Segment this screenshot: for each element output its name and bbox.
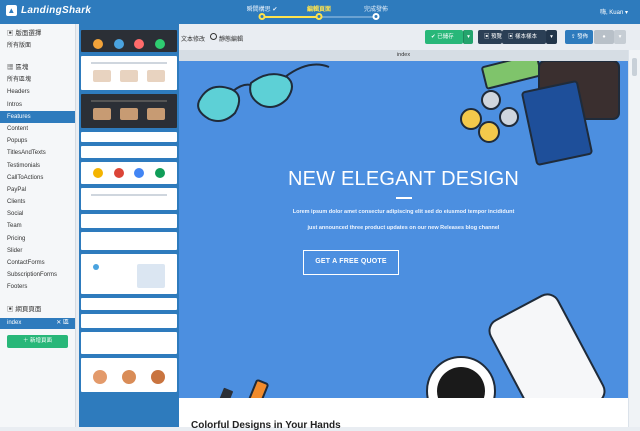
title-divider [396,197,412,199]
step-3-dot[interactable] [372,13,380,20]
sidebar-item-popups[interactable]: Popups [0,135,75,147]
money-icon [481,61,543,90]
step-2-label[interactable]: 編輯頁面 [307,4,331,13]
user-menu[interactable]: 嗨, Kuan ▾ [600,7,628,16]
block-thumbnail[interactable] [81,146,177,158]
hero-subtitle-2[interactable]: just announced three product updates on … [179,225,628,231]
stepper-progress [262,16,319,18]
block-thumbnail[interactable] [81,94,177,128]
usb-icon [219,387,233,398]
caret-down-icon: ▾ [467,34,470,40]
sidebar-item-content[interactable]: Content [0,123,75,135]
hero-subtitle-1[interactable]: Lorem ipsum dolor amet consectur adipisc… [179,209,628,215]
section-pages-title: ▣ 網頁頁面 [7,305,42,313]
canvas-scrollbar[interactable] [628,50,640,427]
caret-down-icon: ▾ [550,34,553,40]
features-block[interactable]: Colorful Designs in Your Hands [179,398,628,431]
shark-icon: ▲ [6,5,17,16]
step-1-label[interactable]: 瞬間構思 ✔ [247,4,278,13]
sidebar-item-features[interactable]: Features [0,110,75,123]
template-options-button[interactable]: ▾ [546,30,557,44]
static-edit-label[interactable]: 靜態編輯 [219,34,243,43]
free-quote-button[interactable]: GET A FREE QUOTE [303,250,399,275]
step-1-dot[interactable] [258,13,266,20]
blocks-sidebar: ▣ 版面選擇 所有版面 ▦ 區塊 所有區塊 Headers Intros Fea… [0,24,76,427]
export-button[interactable]: ⇪ 發佈 [565,30,593,44]
static-edit-radio[interactable] [210,33,217,40]
block-thumbnail[interactable] [81,298,177,310]
page-item-index[interactable]: index ✕ 區 [0,317,75,329]
sidebar-item-call-to-actions[interactable]: CallToActions [0,172,75,184]
gear-icon: ● [602,34,606,40]
phone-icon [488,293,606,398]
section-layouts-title: ▣ 版面選擇 [7,30,42,37]
sidebar-item-pricing[interactable]: Pricing [0,233,75,245]
sidebar-item-headers[interactable]: Headers [0,86,75,98]
progress-stepper: 瞬間構思 ✔ 編輯頁面 完成發佈 [247,0,408,24]
block-thumbnail[interactable] [81,314,177,328]
scrollbar-thumb[interactable] [632,58,637,76]
sidebar-item-social[interactable]: Social [0,208,75,220]
block-thumbnail[interactable] [81,358,177,392]
block-thumbnail[interactable] [81,214,177,228]
step-2-dot[interactable] [315,13,323,20]
sidebar-item-testimonials[interactable]: Testimonials [0,160,75,172]
sidebar-item-intros[interactable]: Intros [0,99,75,111]
block-thumbnails-panel[interactable] [79,24,179,427]
sidebar-item-footers[interactable]: Footers [0,281,75,293]
sidebar-item-team[interactable]: Team [0,220,75,232]
block-thumbnail[interactable] [81,188,177,210]
block-thumbnail[interactable] [81,232,177,250]
features-title[interactable]: Colorful Designs in Your Hands [191,420,341,431]
hero-title[interactable]: NEW ELEGANT DESIGN [179,168,628,191]
block-thumbnail[interactable] [81,30,177,52]
section-blocks-title: ▦ 區塊 [7,64,29,72]
user-greeting: 嗨, Kuan [599,10,624,16]
top-navbar: ▲ LandingShark 瞬間構思 ✔ 編輯頁面 完成發佈 嗨, Kuan ▾ [0,0,640,24]
save-options-button[interactable]: ▾ [463,30,473,44]
add-page-button[interactable]: ＋ 新增頁面 [7,334,68,348]
sidebar-item-all-layouts[interactable]: 所有版面 [0,40,75,52]
block-thumbnail[interactable] [81,132,177,142]
preview-button[interactable]: ▣ 預覽 [478,30,502,44]
template-mode-button[interactable]: ▣ 樣本樣本 [502,30,546,44]
sunglasses-icon [197,63,330,122]
sidebar-item-paypal[interactable]: PayPal [0,184,75,196]
page-delete-button[interactable]: ✕ 區 [56,318,69,329]
settings-button[interactable]: ● [594,30,614,44]
sidebar-item-subscription-forms[interactable]: SubscriptionForms [0,269,75,281]
block-thumbnail[interactable] [81,162,177,184]
coin-icon [460,90,519,143]
brand-logo[interactable]: ▲ LandingShark [6,5,91,16]
page-tab[interactable]: index [179,50,628,61]
caret-down-icon: ▾ [618,34,622,40]
sidebar-item-clients[interactable]: Clients [0,196,75,208]
block-thumbnail[interactable] [81,56,177,90]
editor-toolbar: 文本修改 靜態編輯 ✔ 已儲存 ▾ ▣ 預覽 ▣ 樣本樣本 ▾ ⇪ 發佈 ● ▾ [179,28,640,48]
sidebar-item-slider[interactable]: Slider [0,245,75,257]
step-3-label[interactable]: 完成發佈 [364,4,388,13]
block-thumbnail[interactable] [81,254,177,294]
sidebar-item-contact-forms[interactable]: ContactForms [0,257,75,269]
text-mode-label[interactable]: 文本修改 [181,34,205,43]
brand-name: LandingShark [21,5,92,16]
sidebar-item-titles-and-texts[interactable]: TitlesAndTexts [0,147,75,159]
marker-icon [245,379,269,398]
saved-button[interactable]: ✔ 已儲存 [425,30,463,44]
settings-options-button[interactable]: ▾ [614,30,626,44]
block-thumbnail[interactable] [81,332,177,354]
sidebar-item-all-blocks[interactable]: 所有區塊 [0,74,75,86]
hero-block[interactable]: NEW ELEGANT DESIGN Lorem ipsum dolor ame… [179,61,628,398]
coffee-cup-icon [426,356,496,398]
